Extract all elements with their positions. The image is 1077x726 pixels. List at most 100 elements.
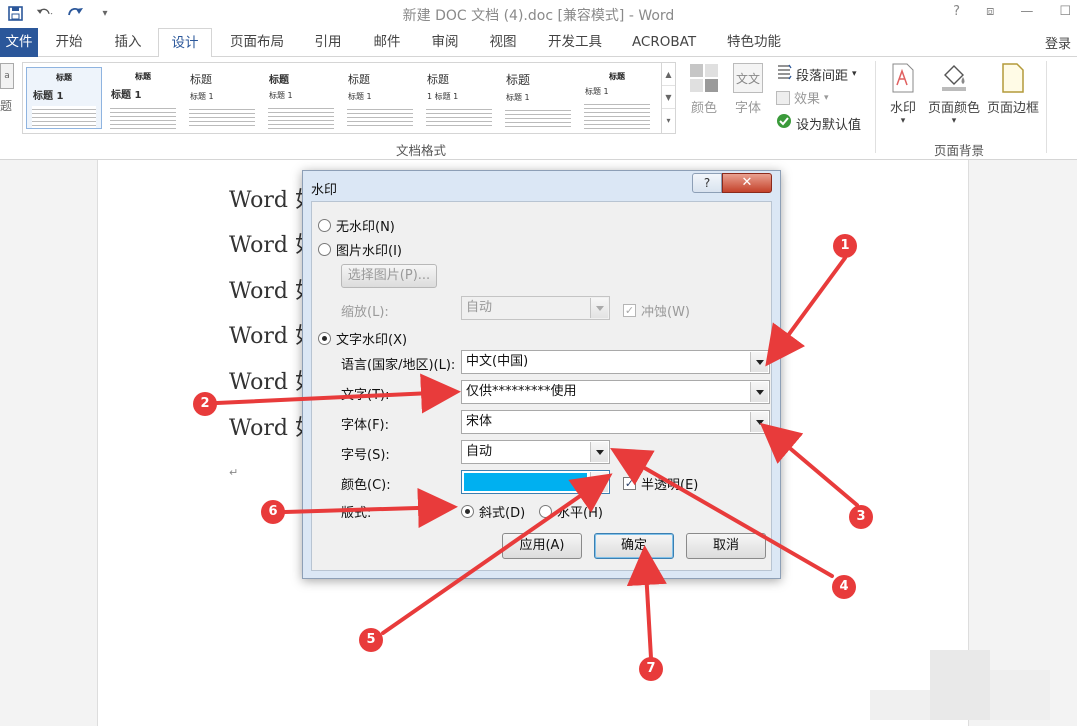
color-dropdown[interactable] xyxy=(461,470,610,494)
diagonal-option[interactable]: 斜式(D) xyxy=(461,502,525,521)
tab-developer[interactable]: 开发工具 xyxy=(538,28,612,57)
picture-watermark-radio[interactable] xyxy=(318,243,331,256)
sign-in-link[interactable]: 登录 xyxy=(1045,33,1071,52)
annotation-badge-5: 5 xyxy=(359,628,383,652)
no-watermark-radio[interactable] xyxy=(318,219,331,232)
style-set-item[interactable]: 标题 标题 1 xyxy=(500,67,576,129)
no-watermark-option[interactable]: 无水印(N) xyxy=(318,216,395,235)
tab-acrobat[interactable]: ACROBAT xyxy=(624,28,704,57)
washout-checkbox[interactable]: ✓ xyxy=(623,304,636,317)
paragraph-mark: ↵ xyxy=(229,466,239,479)
maximize-icon[interactable]: ☐ xyxy=(1059,4,1071,19)
colors-icon xyxy=(689,63,719,93)
semitransparent-checkbox[interactable]: ✓ xyxy=(623,477,636,490)
annotation-badge-7: 7 xyxy=(639,657,663,681)
chevron-down-icon[interactable] xyxy=(590,472,608,492)
tab-references[interactable]: 引用 xyxy=(303,28,353,57)
gallery-down-icon[interactable]: ▼ xyxy=(662,86,675,109)
chevron-down-icon[interactable] xyxy=(750,352,768,372)
text-label: 文字(T): xyxy=(341,388,390,403)
themes-button-partial[interactable]: a 题 xyxy=(0,63,16,133)
annotation-badge-1: 1 xyxy=(833,234,857,258)
page-border-icon xyxy=(998,63,1028,93)
tab-home[interactable]: 开始 xyxy=(44,28,94,57)
apply-button[interactable]: 应用(A) xyxy=(502,533,582,559)
text-watermark-option[interactable]: 文字水印(X) xyxy=(318,329,407,348)
select-picture-button[interactable]: 选择图片(P)... xyxy=(341,264,437,288)
annotation-badge-6: 6 xyxy=(261,500,285,524)
language-label: 语言(国家/地区)(L): xyxy=(341,358,456,373)
fonts-icon: 文文 xyxy=(733,63,763,93)
text-watermark-radio[interactable] xyxy=(318,332,331,345)
style-set-item[interactable]: 标题 1 标题 1 xyxy=(421,67,497,129)
color-swatch xyxy=(464,473,587,491)
style-set-item[interactable]: 标题 标题 1 xyxy=(105,67,181,129)
group-label-document-format: 文档格式 xyxy=(396,143,447,158)
style-set-item[interactable]: 标题 标题 1 xyxy=(342,67,418,129)
size-dropdown[interactable]: 自动 xyxy=(461,440,610,464)
layout-label: 版式: xyxy=(341,506,372,521)
ribbon-tabs: 文件 开始 插入 设计 页面布局 引用 邮件 审阅 视图 开发工具 ACROBA… xyxy=(0,28,1077,58)
page-border-button[interactable]: 页面边框 xyxy=(985,63,1041,116)
check-circle-icon xyxy=(776,113,792,133)
color-label: 颜色(C): xyxy=(341,478,391,493)
chevron-down-icon[interactable] xyxy=(590,442,608,462)
paragraph-spacing-button[interactable]: 段落间距 ▾ xyxy=(776,64,857,84)
tab-page-layout[interactable]: 页面布局 xyxy=(222,28,292,57)
chevron-down-icon[interactable] xyxy=(750,412,768,432)
watermark-text-combobox[interactable]: 仅供*********使用 xyxy=(461,380,770,404)
washout-option[interactable]: ✓ 冲蚀(W) xyxy=(623,301,690,320)
page-color-button[interactable]: 页面颜色 ▾ xyxy=(926,63,982,126)
chevron-down-icon[interactable] xyxy=(750,382,768,402)
effects-button[interactable]: 效果 ▾ xyxy=(776,88,829,107)
gallery-up-icon[interactable]: ▲ xyxy=(662,63,675,86)
window-controls: ? ⧈ — ☐ xyxy=(953,4,1071,19)
paragraph-spacing-icon xyxy=(776,64,792,84)
diagonal-radio[interactable] xyxy=(461,505,474,518)
gallery-scroll[interactable]: ▲ ▼ ▾ xyxy=(661,63,675,133)
group-label-page-background: 页面背景 xyxy=(934,143,985,158)
minimize-icon[interactable]: — xyxy=(1020,4,1033,19)
watermark-button[interactable]: 水印 ▾ xyxy=(886,63,920,126)
ok-button[interactable]: 确定 xyxy=(594,533,674,559)
style-set-item[interactable]: 标题 标题 1 xyxy=(184,67,260,129)
style-set-gallery: 标题 标题 1 标题 标题 1 标题 标题 1 标题 标题 1 标题 标题 1 … xyxy=(22,62,676,134)
ribbon-design: a 题 标题 标题 1 标题 标题 1 标题 标题 1 标题 标题 1 标题 标… xyxy=(0,57,1077,160)
watermark-dialog: 水印 ? ✕ 无水印(N) 图片水印(I) 选择图片(P)... 缩放(L): … xyxy=(302,170,781,579)
tab-file[interactable]: 文件 xyxy=(0,28,38,57)
paint-bucket-icon xyxy=(939,63,969,93)
horizontal-option[interactable]: 水平(H) xyxy=(539,502,603,521)
fonts-button[interactable]: 文文 字体 xyxy=(728,63,768,116)
style-set-item[interactable]: 标题 标题 1 xyxy=(263,67,339,129)
style-set-item[interactable]: 标题 标题 1 xyxy=(579,67,655,129)
watermark-icon xyxy=(888,63,918,93)
style-set-item[interactable]: 标题 标题 1 xyxy=(26,67,102,129)
chevron-down-icon[interactable] xyxy=(590,298,608,318)
gallery-more-icon[interactable]: ▾ xyxy=(662,109,675,132)
set-default-button[interactable]: 设为默认值 xyxy=(776,113,861,133)
dialog-title: 水印 xyxy=(311,183,338,198)
tab-design[interactable]: 设计 xyxy=(158,28,212,58)
tab-mailings[interactable]: 邮件 xyxy=(362,28,412,57)
horizontal-radio[interactable] xyxy=(539,505,552,518)
tab-special-features[interactable]: 特色功能 xyxy=(716,28,792,57)
font-dropdown[interactable]: 宋体 xyxy=(461,410,770,434)
size-label: 字号(S): xyxy=(341,448,390,463)
semitransparent-option[interactable]: ✓ 半透明(E) xyxy=(623,474,698,493)
scale-dropdown[interactable]: 自动 xyxy=(461,296,610,320)
colors-button[interactable]: 颜色 xyxy=(684,63,724,116)
annotation-badge-2: 2 xyxy=(193,392,217,416)
tab-review[interactable]: 审阅 xyxy=(420,28,470,57)
scale-label: 缩放(L): xyxy=(341,305,389,320)
cancel-button[interactable]: 取消 xyxy=(686,533,766,559)
window-title: 新建 DOC 文档 (4).doc [兼容模式] - Word xyxy=(402,8,675,24)
help-icon[interactable]: ? xyxy=(953,4,960,19)
annotation-badge-3: 3 xyxy=(849,505,873,529)
picture-watermark-option[interactable]: 图片水印(I) xyxy=(318,240,402,259)
dialog-close-button[interactable]: ✕ xyxy=(722,173,772,193)
dialog-help-button[interactable]: ? xyxy=(692,173,722,193)
tab-insert[interactable]: 插入 xyxy=(103,28,153,57)
language-dropdown[interactable]: 中文(中国) xyxy=(461,350,770,374)
ribbon-display-icon[interactable]: ⧈ xyxy=(986,4,994,19)
tab-view[interactable]: 视图 xyxy=(478,28,528,57)
